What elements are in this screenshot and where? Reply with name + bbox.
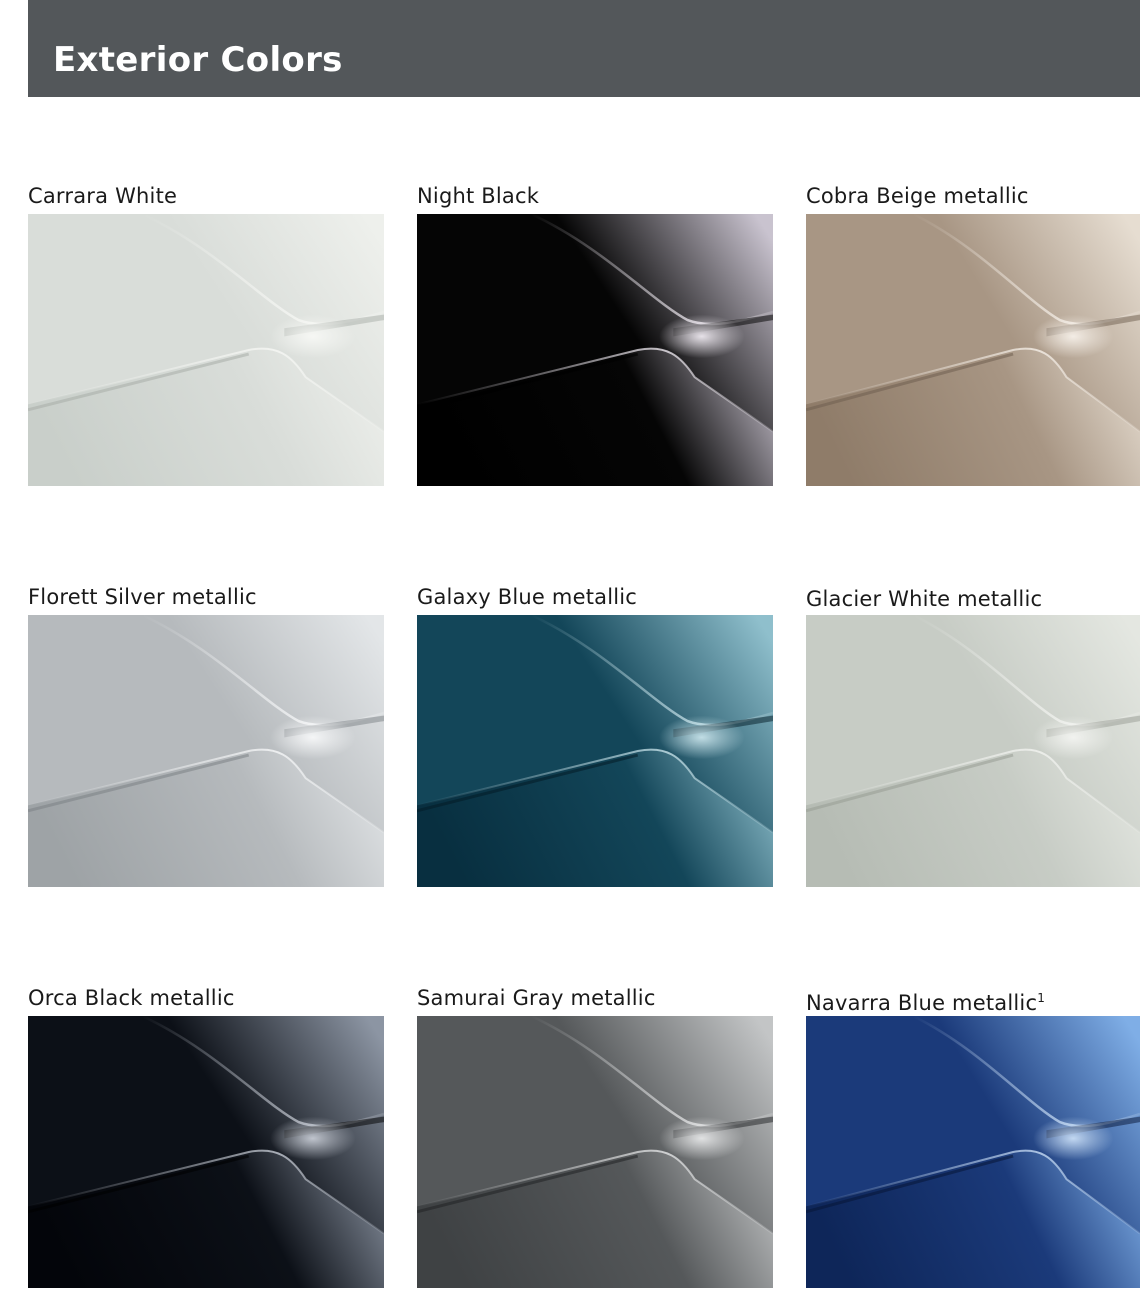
color-option-cobra-beige-metallic: Cobra Beige metallic xyxy=(806,180,1140,486)
color-swatch-image xyxy=(28,615,384,887)
color-swatch-image xyxy=(417,214,773,486)
color-option-orca-black-metallic: Orca Black metallic xyxy=(28,982,384,1288)
color-option-carrara-white: Carrara White xyxy=(28,180,384,486)
page-title: Exterior Colors xyxy=(53,40,343,80)
paint-swatch-graphic xyxy=(417,214,773,486)
color-name-text: Navarra Blue metallic xyxy=(806,991,1038,1015)
color-option-night-black: Night Black xyxy=(417,180,773,486)
color-swatch-image xyxy=(28,214,384,486)
paint-swatch-graphic xyxy=(806,1016,1140,1288)
color-name: Orca Black metallic xyxy=(28,986,235,1010)
color-name: Galaxy Blue metallic xyxy=(417,585,638,609)
paint-swatch-graphic xyxy=(28,214,384,486)
paint-swatch-graphic xyxy=(417,615,773,887)
color-option-navarra-blue-metallic: Navarra Blue metallic1 xyxy=(806,982,1140,1288)
color-swatch-image xyxy=(806,214,1140,486)
color-swatch-image xyxy=(417,615,773,887)
color-swatch-image xyxy=(417,1016,773,1288)
color-option-samurai-gray-metallic: Samurai Gray metallic xyxy=(417,982,773,1288)
color-name: Florett Silver metallic xyxy=(28,585,257,609)
footnote-marker: 1 xyxy=(1037,991,1046,1005)
section-header: Exterior Colors xyxy=(28,0,1140,97)
paint-swatch-graphic xyxy=(806,615,1140,887)
paint-swatch-graphic xyxy=(28,1016,384,1288)
color-swatch-image xyxy=(806,1016,1140,1288)
color-name: Carrara White xyxy=(28,184,178,208)
color-name: Samurai Gray metallic xyxy=(417,986,656,1010)
color-name: Navarra Blue metallic1 xyxy=(806,982,1140,1016)
color-swatch-image xyxy=(28,1016,384,1288)
color-option-glacier-white-metallic: Glacier White metallic xyxy=(806,583,1140,887)
paint-swatch-graphic xyxy=(417,1016,773,1288)
paint-swatch-graphic xyxy=(28,615,384,887)
color-name: Night Black xyxy=(417,184,540,208)
color-swatch-image xyxy=(806,615,1140,887)
color-name: Cobra Beige metallic xyxy=(806,184,1029,208)
paint-swatch-graphic xyxy=(806,214,1140,486)
color-option-florett-silver-metallic: Florett Silver metallic xyxy=(28,581,384,887)
color-option-galaxy-blue-metallic: Galaxy Blue metallic xyxy=(417,581,773,887)
color-name: Glacier White metallic xyxy=(806,587,1043,611)
